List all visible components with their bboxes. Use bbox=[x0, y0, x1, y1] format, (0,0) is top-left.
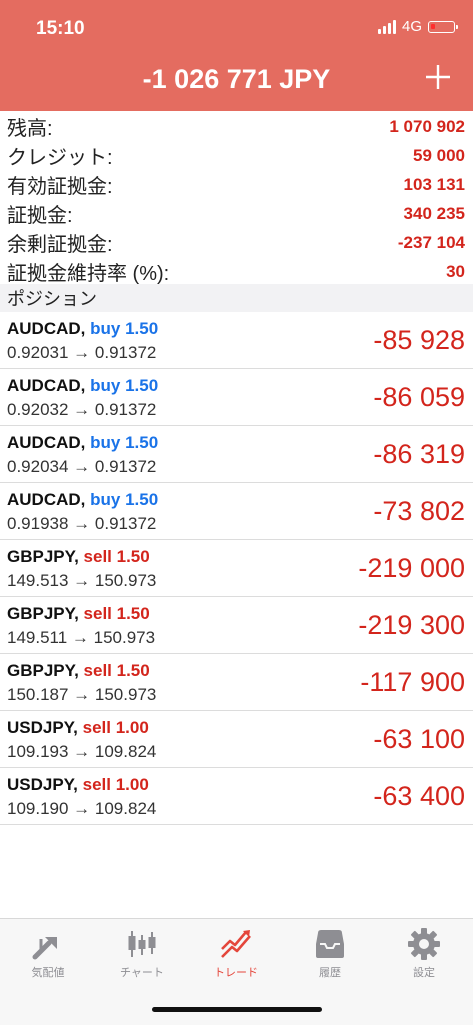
tab-label: チャート bbox=[120, 967, 164, 979]
positions-list: AUDCAD, buy 1.50 0.92031 → 0.91372 -85 9… bbox=[0, 312, 473, 825]
position-prices: 109.190 → 109.824 bbox=[7, 799, 157, 818]
position-prices: 0.92031 → 0.91372 bbox=[7, 343, 157, 362]
history-icon bbox=[316, 930, 344, 958]
position-prices: 150.187 → 150.973 bbox=[7, 685, 157, 704]
position-profit: -86 059 bbox=[373, 382, 465, 412]
summary-value: 59 000 bbox=[413, 145, 465, 165]
summary-label: 証拠金維持率 (%): bbox=[7, 263, 170, 285]
summary-value: 1 070 902 bbox=[389, 116, 465, 136]
position-side: buy 1.50 bbox=[90, 490, 159, 509]
trade-icon bbox=[221, 930, 251, 958]
status-time: 15:10 bbox=[36, 18, 85, 39]
position-profit: -219 300 bbox=[358, 610, 465, 640]
account-summary: 残高: 1 070 902 クレジット: 59 000 有効証拠金: 103 1… bbox=[0, 112, 473, 286]
tab-quotes[interactable]: 気配値 bbox=[8, 927, 88, 980]
position-prices: 0.91938 → 0.91372 bbox=[7, 514, 157, 533]
position-row[interactable]: AUDCAD, buy 1.50 0.91938 → 0.91372 -73 8… bbox=[0, 483, 473, 540]
position-side: sell 1.50 bbox=[83, 661, 150, 680]
position-symbol: AUDCAD, bbox=[7, 433, 86, 452]
position-side: sell 1.50 bbox=[83, 604, 150, 623]
summary-label: 余剰証拠金: bbox=[7, 234, 113, 256]
tab-chart[interactable]: チャート bbox=[102, 927, 182, 980]
summary-row-equity: 有効証拠金: 103 131 bbox=[0, 170, 473, 199]
position-side: sell 1.00 bbox=[82, 718, 149, 737]
position-row[interactable]: GBPJPY, sell 1.50 150.187 → 150.973 -117… bbox=[0, 654, 473, 711]
tab-history[interactable]: 履歴 bbox=[290, 927, 370, 980]
position-side: sell 1.00 bbox=[82, 775, 149, 794]
summary-value: 340 235 bbox=[403, 203, 465, 223]
position-prices: 0.92032 → 0.91372 bbox=[7, 400, 157, 419]
summary-value: -237 104 bbox=[397, 232, 465, 252]
tab-label: 履歴 bbox=[319, 967, 341, 979]
position-symbol: USDJPY, bbox=[7, 775, 78, 794]
position-row[interactable]: GBPJPY, sell 1.50 149.511 → 150.973 -219… bbox=[0, 597, 473, 654]
battery-icon bbox=[428, 20, 458, 33]
position-symbol: USDJPY, bbox=[7, 718, 78, 737]
page-title: -1 026 771 JPY bbox=[142, 64, 331, 94]
position-side: buy 1.50 bbox=[90, 376, 159, 395]
position-symbol: AUDCAD, bbox=[7, 490, 86, 509]
position-row[interactable]: USDJPY, sell 1.00 109.193 → 109.824 -63 … bbox=[0, 711, 473, 768]
position-side: buy 1.50 bbox=[90, 319, 159, 338]
tab-label: トレード bbox=[214, 967, 258, 979]
summary-value: 30 bbox=[446, 261, 465, 281]
position-row[interactable]: USDJPY, sell 1.00 109.190 → 109.824 -63 … bbox=[0, 768, 473, 825]
quotes-icon bbox=[32, 937, 57, 960]
position-side: sell 1.50 bbox=[83, 547, 150, 566]
signal-icon bbox=[377, 19, 396, 34]
app-header: 15:10 4G -1 026 771 JPY bbox=[0, 0, 473, 111]
position-symbol: GBPJPY, bbox=[7, 604, 79, 623]
summary-label: クレジット: bbox=[7, 147, 113, 169]
summary-label: 証拠金: bbox=[7, 205, 73, 227]
position-side: buy 1.50 bbox=[90, 433, 159, 452]
position-prices: 109.193 → 109.824 bbox=[7, 742, 157, 761]
tab-label: 気配値 bbox=[31, 967, 65, 979]
positions-section-header: ポジション bbox=[0, 284, 473, 312]
network-label: 4G bbox=[401, 18, 422, 35]
position-symbol: AUDCAD, bbox=[7, 376, 86, 395]
chart-icon bbox=[128, 931, 156, 957]
home-indicator[interactable] bbox=[152, 1007, 322, 1012]
position-symbol: AUDCAD, bbox=[7, 319, 86, 338]
position-profit: -63 100 bbox=[373, 724, 465, 754]
summary-value: 103 131 bbox=[403, 174, 465, 194]
position-prices: 149.511 → 150.973 bbox=[7, 628, 156, 647]
status-indicators: 4G bbox=[377, 18, 458, 35]
tab-settings[interactable]: 設定 bbox=[384, 927, 464, 980]
tab-trade[interactable]: トレード bbox=[196, 927, 276, 980]
position-prices: 0.92034 → 0.91372 bbox=[7, 457, 157, 476]
summary-row-margin-level: 証拠金維持率 (%): 30 bbox=[0, 257, 473, 286]
position-profit: -63 400 bbox=[373, 781, 465, 811]
add-order-icon[interactable] bbox=[423, 62, 453, 92]
summary-row-credit: クレジット: 59 000 bbox=[0, 141, 473, 170]
settings-icon bbox=[408, 928, 440, 960]
position-profit: -73 802 bbox=[373, 496, 465, 526]
summary-label: 有効証拠金: bbox=[7, 176, 113, 198]
position-prices: 149.513 → 150.973 bbox=[7, 571, 157, 590]
summary-row-free-margin: 余剰証拠金: -237 104 bbox=[0, 228, 473, 257]
position-row[interactable]: GBPJPY, sell 1.50 149.513 → 150.973 -219… bbox=[0, 540, 473, 597]
position-profit: -117 900 bbox=[360, 667, 465, 697]
position-symbol: GBPJPY, bbox=[7, 547, 79, 566]
tab-label: 設定 bbox=[413, 967, 435, 979]
position-row[interactable]: AUDCAD, buy 1.50 0.92034 → 0.91372 -86 3… bbox=[0, 426, 473, 483]
position-symbol: GBPJPY, bbox=[7, 661, 79, 680]
position-profit: -86 319 bbox=[373, 439, 465, 469]
position-row[interactable]: AUDCAD, buy 1.50 0.92031 → 0.91372 -85 9… bbox=[0, 312, 473, 369]
summary-row-balance: 残高: 1 070 902 bbox=[0, 112, 473, 141]
position-row[interactable]: AUDCAD, buy 1.50 0.92032 → 0.91372 -86 0… bbox=[0, 369, 473, 426]
position-profit: -219 000 bbox=[358, 553, 465, 583]
summary-label: 残高: bbox=[7, 118, 53, 140]
position-profit: -85 928 bbox=[373, 325, 465, 355]
summary-row-margin: 証拠金: 340 235 bbox=[0, 199, 473, 228]
